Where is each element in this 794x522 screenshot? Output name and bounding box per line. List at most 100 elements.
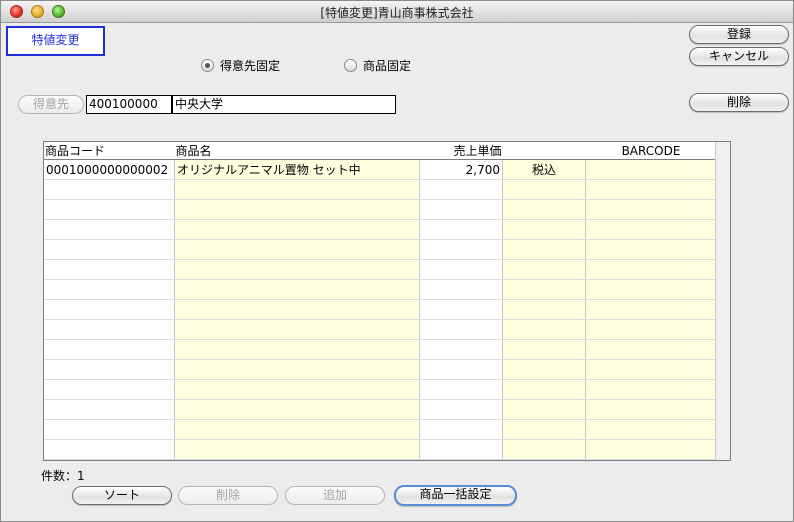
table-row-empty[interactable] (44, 319, 717, 340)
cell-name[interactable] (174, 379, 420, 400)
table-row-empty[interactable] (44, 439, 717, 460)
cell-tax[interactable] (502, 259, 586, 280)
customer-button[interactable]: 得意先 (18, 95, 84, 114)
cell-name[interactable]: オリジナルアニマル置物 セット中 (174, 159, 420, 180)
table-row-empty[interactable] (44, 419, 717, 440)
cell-code[interactable] (44, 199, 175, 220)
cell-price[interactable] (419, 219, 503, 240)
cell-tax[interactable] (502, 419, 586, 440)
cell-barcode[interactable] (585, 399, 717, 420)
cell-tax[interactable] (502, 239, 586, 260)
cell-price[interactable] (419, 239, 503, 260)
cell-code[interactable] (44, 219, 175, 240)
cell-price[interactable] (419, 179, 503, 200)
table-row-empty[interactable] (44, 259, 717, 280)
cell-code[interactable] (44, 419, 175, 440)
cell-barcode[interactable] (585, 259, 717, 280)
radio-selected-icon[interactable] (201, 59, 214, 72)
cell-tax[interactable] (502, 179, 586, 200)
sort-button[interactable]: ソート (72, 486, 172, 505)
cell-tax[interactable] (502, 299, 586, 320)
register-button[interactable]: 登録 (689, 25, 789, 44)
cell-price[interactable]: 2,700 (419, 159, 503, 180)
table-row-empty[interactable] (44, 239, 717, 260)
cell-barcode[interactable] (585, 239, 717, 260)
column-header-price[interactable]: 売上単価 (419, 142, 503, 160)
radio-product-fixed[interactable]: 商品固定 (344, 57, 411, 74)
cell-tax[interactable] (502, 359, 586, 380)
title-bar[interactable]: [特値変更]青山商事株式会社 (1, 1, 793, 23)
table-row-empty[interactable] (44, 279, 717, 300)
cell-code[interactable] (44, 319, 175, 340)
delete-top-button[interactable]: 削除 (689, 93, 789, 112)
cell-code[interactable] (44, 339, 175, 360)
cell-price[interactable] (419, 439, 503, 460)
table-row-empty[interactable] (44, 219, 717, 240)
cell-name[interactable] (174, 439, 420, 460)
table-scrollbar[interactable] (715, 142, 730, 460)
cell-code[interactable] (44, 439, 175, 460)
cell-price[interactable] (419, 279, 503, 300)
cell-tax[interactable] (502, 319, 586, 340)
cell-barcode[interactable] (585, 179, 717, 200)
cell-tax[interactable] (502, 339, 586, 360)
cell-barcode[interactable] (585, 219, 717, 240)
cell-code[interactable] (44, 279, 175, 300)
cell-tax[interactable] (502, 199, 586, 220)
cell-price[interactable] (419, 319, 503, 340)
cell-name[interactable] (174, 179, 420, 200)
table-row-empty[interactable] (44, 399, 717, 420)
table-row-empty[interactable] (44, 299, 717, 320)
cell-price[interactable] (419, 339, 503, 360)
table-row-empty[interactable] (44, 199, 717, 220)
cell-price[interactable] (419, 379, 503, 400)
radio-customer-fixed[interactable]: 得意先固定 (201, 57, 280, 74)
cell-barcode[interactable] (585, 419, 717, 440)
column-header-barcode[interactable]: BARCODE (585, 142, 717, 160)
column-header-name[interactable]: 商品名 (174, 142, 420, 160)
delete-bottom-button[interactable]: 削除 (178, 486, 278, 505)
cell-barcode[interactable] (585, 159, 717, 180)
table-row-empty[interactable] (44, 339, 717, 360)
cell-code[interactable] (44, 379, 175, 400)
cell-name[interactable] (174, 419, 420, 440)
cell-code[interactable] (44, 359, 175, 380)
cell-name[interactable] (174, 279, 420, 300)
cell-name[interactable] (174, 339, 420, 360)
cell-name[interactable] (174, 319, 420, 340)
bulk-set-button[interactable]: 商品一括設定 (394, 485, 517, 506)
cell-price[interactable] (419, 199, 503, 220)
cell-price[interactable] (419, 399, 503, 420)
cell-code[interactable] (44, 239, 175, 260)
cell-tax[interactable] (502, 439, 586, 460)
cell-code[interactable] (44, 399, 175, 420)
cancel-button[interactable]: キャンセル (689, 47, 789, 66)
cell-name[interactable] (174, 239, 420, 260)
cell-price[interactable] (419, 259, 503, 280)
cell-barcode[interactable] (585, 439, 717, 460)
cell-code[interactable]: 0001000000000002 (44, 159, 175, 180)
table-row-empty[interactable] (44, 179, 717, 200)
cell-barcode[interactable] (585, 199, 717, 220)
cell-name[interactable] (174, 359, 420, 380)
radio-unselected-icon[interactable] (344, 59, 357, 72)
cell-price[interactable] (419, 299, 503, 320)
cell-code[interactable] (44, 179, 175, 200)
cell-tax[interactable] (502, 379, 586, 400)
cell-price[interactable] (419, 419, 503, 440)
cell-barcode[interactable] (585, 319, 717, 340)
add-button[interactable]: 追加 (285, 486, 385, 505)
cell-barcode[interactable] (585, 299, 717, 320)
cell-tax[interactable] (502, 279, 586, 300)
table-row-empty[interactable] (44, 379, 717, 400)
cell-name[interactable] (174, 199, 420, 220)
cell-name[interactable] (174, 219, 420, 240)
column-header-code[interactable]: 商品コード (44, 142, 175, 160)
cell-code[interactable] (44, 259, 175, 280)
cell-tax[interactable]: 税込 (502, 159, 586, 180)
cell-barcode[interactable] (585, 379, 717, 400)
column-header-tax[interactable] (502, 142, 586, 160)
cell-tax[interactable] (502, 399, 586, 420)
cell-barcode[interactable] (585, 339, 717, 360)
cell-barcode[interactable] (585, 359, 717, 380)
